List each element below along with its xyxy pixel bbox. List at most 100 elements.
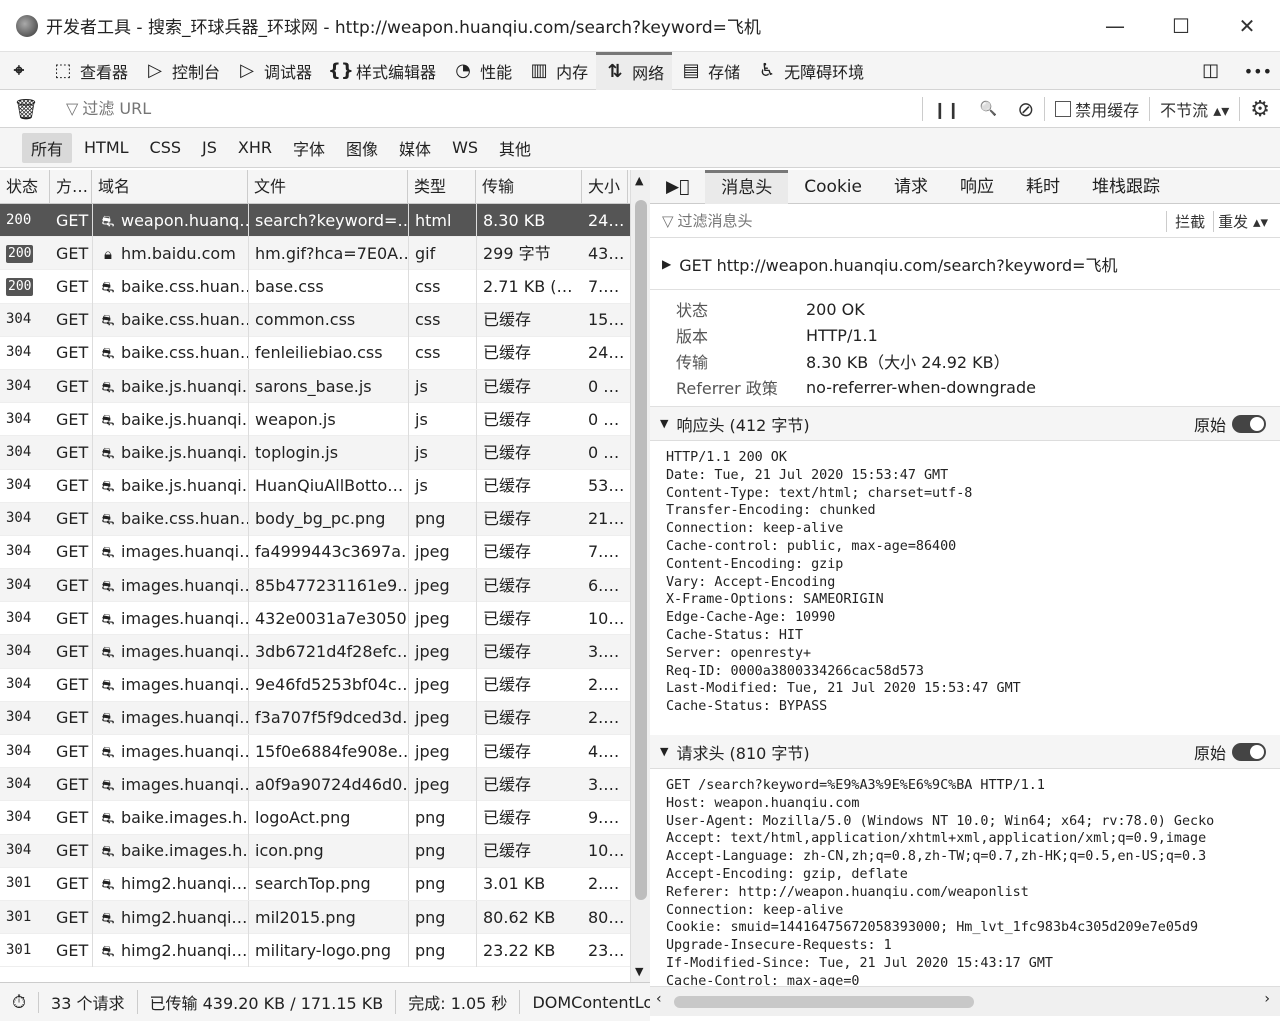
tab-memory[interactable]: ▥ 内存	[520, 52, 596, 90]
type-filter-media[interactable]: 媒体	[390, 133, 440, 163]
close-button[interactable]: ✕	[1214, 0, 1280, 52]
settings-button[interactable]: ⚙	[1240, 90, 1280, 128]
tab-inspector[interactable]: ⬚ 查看器	[44, 52, 136, 90]
column-header-size[interactable]: 大小	[582, 170, 628, 203]
request-line[interactable]: ▶ GET http://weapon.huanqiu.com/search?k…	[650, 238, 1280, 290]
table-row[interactable]: 304 GET ⛐ baike.css.huan… body_bg_pc.png png 已…	[0, 502, 649, 536]
toggle-switch[interactable]	[1232, 414, 1266, 433]
table-row[interactable]: 304 GET ⛐ images.huanqi… 85b477231161e9… jpeg…	[0, 568, 649, 603]
domain-text: images.huanqi…	[121, 708, 248, 728]
table-row[interactable]: 304 GET ⛐ baike.js.huanqi… weapon.js js 已缓存 0 …	[0, 402, 649, 437]
maximize-button[interactable]: ☐	[1148, 0, 1214, 52]
scrollbar-thumb[interactable]	[674, 996, 974, 1008]
tab-params[interactable]: 请求	[878, 170, 944, 204]
table-row[interactable]: 304 GET ⛐ images.huanqi… 3db6721d4f28efc… jpe…	[0, 635, 649, 669]
column-header-method[interactable]: 方…	[50, 170, 92, 203]
table-row[interactable]: 304 GET ⛐ images.huanqi… 9e46fd5253bf04c… jpe…	[0, 668, 649, 702]
summary-row: 状态 200 OK	[676, 296, 1280, 322]
collapse-arrow-icon[interactable]: ▼	[660, 745, 668, 758]
element-picker-button[interactable]: ⌖	[0, 52, 44, 90]
dock-side-button[interactable]: ◫	[1192, 52, 1236, 90]
block-request-button[interactable]: 拦截	[1166, 210, 1213, 232]
table-row[interactable]: 304 GET ⛐ baike.css.huan… fenleiliebiao.css c…	[0, 336, 649, 370]
scroll-down-icon[interactable]: ▼	[635, 965, 643, 978]
toggle-switch[interactable]	[1232, 742, 1266, 761]
raw-toggle-response[interactable]: 原始	[1194, 412, 1266, 436]
checkbox-box[interactable]	[1055, 101, 1072, 117]
table-row[interactable]: 304 GET ⛐ images.huanqi… 432e0031a7e3050… jpe…	[0, 601, 649, 636]
tab-accessibility[interactable]: ♿ 无障碍环境	[748, 52, 872, 90]
response-headers-section-header[interactable]: ▼ 响应头 (412 字节) 原始	[650, 407, 1280, 441]
cell-file: hm.gif?hca=7E0A…	[248, 236, 408, 270]
table-row[interactable]: 304 GET ⛐ images.huanqi… fa4999443c3697a… jpe…	[0, 535, 649, 570]
table-row[interactable]: 304 GET ⛐ baike.images.h… icon.png png 已缓存 10…	[0, 834, 649, 868]
column-header-transfer[interactable]: 传输	[476, 170, 582, 203]
cell-status: 301	[0, 901, 50, 934]
request-list-scrollbar[interactable]: ▲ ▼	[630, 170, 650, 982]
performance-analysis-button[interactable]: ⏱	[0, 991, 40, 1013]
insecure-icon: ⛐	[101, 676, 115, 695]
column-header-type[interactable]: 类型	[408, 170, 476, 203]
table-row[interactable]: 200 GET 🔒︎ hm.baidu.com hm.gif?hca=7E0A… gif 2…	[0, 236, 649, 271]
table-row[interactable]: 301 GET ⛐ himg2.huanqi… mil2015.png png 80.62 …	[0, 900, 649, 935]
table-row[interactable]: 304 GET ⛐ baike.js.huanqi… toplogin.js js 已缓存 0…	[0, 435, 649, 470]
tab-performance[interactable]: ◔ 性能	[444, 52, 520, 90]
scroll-up-icon[interactable]: ▲	[635, 174, 643, 187]
column-header-status[interactable]: 状态	[0, 170, 50, 203]
minimize-button[interactable]: —	[1082, 0, 1148, 52]
type-filter-images[interactable]: 图像	[337, 133, 387, 163]
table-row[interactable]: 304 GET ⛐ images.huanqi… f3a707f5f9dced3d… jp…	[0, 701, 649, 735]
tab-console[interactable]: ▷ 控制台	[136, 52, 228, 90]
tab-timings[interactable]: 耗时	[1010, 170, 1076, 204]
headers-filter-input[interactable]	[677, 211, 1058, 230]
table-row[interactable]: 200 GET ⛐ baike.css.huan… base.css css 2.71 KB…	[0, 269, 649, 304]
type-filter-html[interactable]: HTML	[75, 135, 138, 160]
table-row[interactable]: 301 GET ⛐ himg2.huanqi… military-logo.png png…	[0, 933, 649, 968]
clear-button[interactable]: 🗑	[0, 97, 52, 121]
toggle-sidebar-button[interactable]: ▶⃞	[650, 170, 705, 204]
collapse-arrow-icon[interactable]: ▼	[660, 417, 668, 430]
type-filter-fonts[interactable]: 字体	[284, 133, 334, 163]
type-filter-all[interactable]: 所有	[22, 132, 73, 163]
url-filter-input[interactable]	[82, 99, 913, 118]
table-row[interactable]: 304 GET ⛐ baike.js.huanqi… sarons_base.js js 已…	[0, 369, 649, 404]
table-row[interactable]: 304 GET ⛐ baike.css.huan… common.css css 已缓存 15…	[0, 303, 649, 337]
tab-stack-trace[interactable]: 堆栈跟踪	[1076, 170, 1176, 204]
table-row[interactable]: 200 GET ⛐ weapon.huanq… search?keyword=… html…	[0, 203, 649, 238]
throttle-select[interactable]: 不节流 ▴▾	[1150, 90, 1239, 128]
type-filter-js[interactable]: JS	[193, 135, 226, 160]
tab-network[interactable]: ⇅ 网络	[596, 51, 673, 90]
domain-text: himg2.huanqi…	[121, 907, 248, 927]
table-row[interactable]: 304 GET ⛐ baike.js.huanqi… HuanQiuAllBotto… j…	[0, 469, 649, 503]
table-row[interactable]: 304 GET ⛐ baike.images.h… logoAct.png png 已缓存 9…	[0, 800, 649, 835]
scrollbar-thumb[interactable]	[635, 200, 647, 900]
tab-cookies[interactable]: Cookie	[788, 170, 878, 204]
tab-response[interactable]: 响应	[944, 170, 1010, 204]
type-filter-other[interactable]: 其他	[490, 133, 540, 163]
cell-method: GET	[56, 310, 89, 330]
tab-debugger[interactable]: ▷ 调试器	[228, 52, 320, 90]
table-row[interactable]: 301 GET ⛐ himg2.huanqi… searchTop.png png 3.01…	[0, 867, 649, 901]
table-row[interactable]: 304 GET ⛐ images.huanqi… 15f0e6884fe908e… jpe…	[0, 734, 649, 769]
tab-headers[interactable]: 消息头	[705, 170, 789, 204]
resend-button[interactable]: 重发 ▴▾	[1213, 210, 1272, 232]
more-options-button[interactable]: •••	[1236, 52, 1280, 90]
search-button[interactable]: 🔍	[970, 90, 1007, 128]
details-horizontal-scrollbar[interactable]: ‹ ›	[650, 986, 1280, 1016]
table-row[interactable]: 304 GET ⛐ images.huanqi… a0f9a90724d46d0… jpe…	[0, 767, 649, 802]
scroll-left-icon[interactable]: ‹	[656, 991, 662, 1007]
block-button[interactable]: ⊘	[1007, 90, 1044, 128]
tab-style-editor[interactable]: {} 样式编辑器	[320, 52, 444, 90]
raw-toggle-request[interactable]: 原始	[1194, 740, 1266, 764]
column-header-domain[interactable]: 域名	[92, 170, 248, 203]
disable-cache-checkbox[interactable]: 禁用缓存	[1045, 90, 1149, 128]
expand-arrow-icon[interactable]: ▶	[662, 257, 671, 271]
type-filter-css[interactable]: CSS	[141, 135, 190, 160]
type-filter-xhr[interactable]: XHR	[229, 135, 281, 160]
column-header-file[interactable]: 文件	[248, 170, 408, 203]
pause-button[interactable]: ❙❙	[923, 90, 970, 128]
request-headers-section-header[interactable]: ▼ 请求头 (810 字节) 原始	[650, 735, 1280, 769]
scroll-right-icon[interactable]: ›	[1264, 991, 1270, 1007]
tab-storage[interactable]: ▤ 存储	[672, 52, 748, 90]
type-filter-ws[interactable]: WS	[443, 135, 487, 160]
